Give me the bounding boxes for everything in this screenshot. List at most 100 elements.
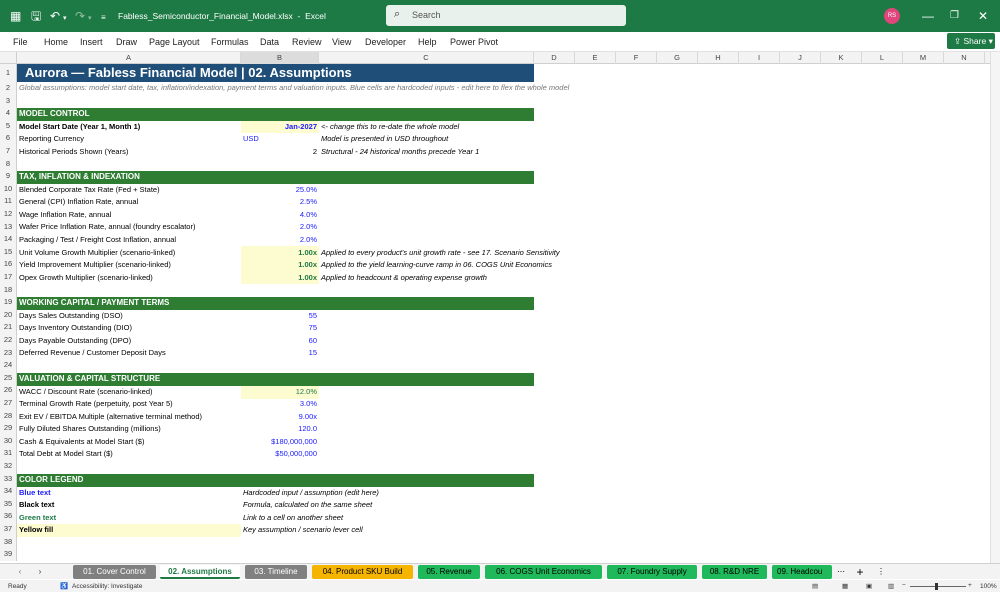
section-valuation[interactable]: VALUATION & CAPITAL STRUCTURE bbox=[17, 373, 534, 386]
cell-b13[interactable]: 2.0% bbox=[243, 221, 317, 234]
cell-b12[interactable]: 4.0% bbox=[243, 209, 317, 222]
cell-b30[interactable]: $180,000,000 bbox=[243, 436, 317, 449]
cell-a10[interactable]: Blended Corporate Tax Rate (Fed + State) bbox=[19, 184, 160, 197]
cell-a5[interactable]: Model Start Date (Year 1, Month 1) bbox=[19, 121, 140, 134]
row-header[interactable]: 38 bbox=[0, 535, 17, 549]
normal-view-icon[interactable]: ▦ bbox=[842, 582, 848, 590]
col-header-m[interactable]: M bbox=[903, 52, 944, 64]
redo-dropdown-icon[interactable]: ▾ bbox=[88, 12, 92, 26]
cell-b37[interactable]: Key assumption / scenario lever cell bbox=[243, 524, 363, 537]
worksheet-grid[interactable]: Aurora — Fabless Financial Model | 02. A… bbox=[17, 64, 990, 564]
undo-dropdown-icon[interactable]: ▾ bbox=[63, 12, 67, 26]
zoom-in-icon[interactable]: + bbox=[968, 582, 972, 589]
col-header-a[interactable]: A bbox=[17, 52, 241, 64]
cell-c16[interactable]: Applied to the yield learning-curve ramp… bbox=[321, 259, 552, 272]
section-model-control[interactable]: MODEL CONTROL bbox=[17, 108, 534, 121]
add-sheet-icon[interactable]: + bbox=[853, 565, 867, 579]
page-break-view-icon[interactable]: ▥ bbox=[888, 582, 894, 590]
row-header[interactable]: 24 bbox=[0, 359, 17, 372]
row-header[interactable]: 22 bbox=[0, 334, 17, 347]
cell-b10[interactable]: 25.0% bbox=[243, 184, 317, 197]
section-tax-inflation[interactable]: TAX, INFLATION & INDEXATION bbox=[17, 171, 534, 184]
row-header[interactable]: 30 bbox=[0, 434, 17, 448]
more-tabs-icon[interactable]: ⋯ bbox=[836, 565, 846, 579]
row-header[interactable]: 13 bbox=[0, 220, 17, 234]
cell-b14[interactable]: 2.0% bbox=[243, 234, 317, 247]
cell-b15[interactable]: 1.00x bbox=[243, 247, 317, 260]
row-header[interactable]: 35 bbox=[0, 497, 17, 511]
customize-toolbar-icon[interactable]: ≡ bbox=[101, 11, 106, 25]
cell-a26[interactable]: WACC / Discount Rate (scenario-linked) bbox=[19, 386, 153, 399]
row-header[interactable]: 3 bbox=[0, 94, 17, 108]
row-header[interactable]: 5 bbox=[0, 119, 17, 133]
cell-b29[interactable]: 120.0 bbox=[243, 423, 317, 436]
tab-cogs-unit-economics[interactable]: 06. COGS Unit Economics bbox=[485, 565, 602, 579]
row-header[interactable]: 1 bbox=[0, 64, 17, 82]
cell-a31[interactable]: Total Debt at Model Start ($) bbox=[19, 448, 113, 461]
row-header[interactable]: 18 bbox=[0, 283, 17, 297]
menu-insert[interactable]: Insert bbox=[80, 37, 103, 47]
row-header[interactable]: 2 bbox=[0, 82, 17, 95]
select-all-corner[interactable] bbox=[0, 52, 17, 64]
menu-file[interactable]: File bbox=[13, 37, 28, 47]
menu-help[interactable]: Help bbox=[418, 37, 437, 47]
cell-a14[interactable]: Packaging / Test / Freight Cost Inflatio… bbox=[19, 234, 176, 247]
cell-b34[interactable]: Hardcoded input / assumption (edit here) bbox=[243, 487, 379, 500]
cell-a12[interactable]: Wage Inflation Rate, annual bbox=[19, 209, 111, 222]
row-header[interactable]: 25 bbox=[0, 371, 17, 385]
tab-foundry-supply[interactable]: 07. Foundry Supply bbox=[607, 565, 697, 579]
col-header-g[interactable]: G bbox=[657, 52, 698, 64]
share-button[interactable]: ⇪ Share ▾ bbox=[947, 33, 995, 49]
cell-b16[interactable]: 1.00x bbox=[243, 259, 317, 272]
cell-c15[interactable]: Applied to every product's unit growth r… bbox=[321, 247, 560, 260]
cell-b6[interactable]: USD bbox=[243, 133, 259, 146]
cell-b17[interactable]: 1.00x bbox=[243, 272, 317, 285]
row-header[interactable]: 19 bbox=[0, 296, 17, 309]
sheet-subtitle[interactable]: Global assumptions: model start date, ta… bbox=[19, 82, 569, 95]
row-header[interactable]: 10 bbox=[0, 182, 17, 196]
zoom-slider-thumb[interactable] bbox=[935, 583, 938, 590]
tab-product-sku-build[interactable]: 04. Product SKU Build bbox=[312, 565, 413, 579]
menu-formulas[interactable]: Formulas bbox=[211, 37, 249, 47]
row-header[interactable]: 14 bbox=[0, 233, 17, 246]
row-header[interactable]: 8 bbox=[0, 157, 17, 171]
row-header[interactable]: 26 bbox=[0, 384, 17, 397]
col-header-c[interactable]: C bbox=[319, 52, 534, 64]
cell-a27[interactable]: Terminal Growth Rate (perpetuity, post Y… bbox=[19, 398, 173, 411]
cell-b22[interactable]: 60 bbox=[243, 335, 317, 348]
row-header[interactable]: 31 bbox=[0, 447, 17, 460]
section-color-legend[interactable]: COLOR LEGEND bbox=[17, 474, 534, 487]
cell-a6[interactable]: Reporting Currency bbox=[19, 133, 84, 146]
cell-b35[interactable]: Formula, calculated on the same sheet bbox=[243, 499, 372, 512]
cell-b36[interactable]: Link to a cell on another sheet bbox=[243, 512, 343, 525]
menu-power-pivot[interactable]: Power Pivot bbox=[450, 37, 498, 47]
sheet-title[interactable]: Aurora — Fabless Financial Model | 02. A… bbox=[17, 64, 534, 82]
tab-cover-control[interactable]: 01. Cover Control bbox=[73, 565, 156, 579]
row-header[interactable]: 23 bbox=[0, 346, 17, 360]
cell-b21[interactable]: 75 bbox=[243, 322, 317, 335]
cell-a37[interactable]: Yellow fill bbox=[19, 524, 53, 537]
col-header-k[interactable]: K bbox=[821, 52, 862, 64]
save-icon[interactable]: 🖫 bbox=[31, 9, 41, 23]
row-header[interactable]: 28 bbox=[0, 409, 17, 423]
cell-a17[interactable]: Opex Growth Multiplier (scenario-linked) bbox=[19, 272, 153, 285]
row-header[interactable]: 27 bbox=[0, 397, 17, 410]
cell-a36[interactable]: Green text bbox=[19, 512, 56, 525]
restore-icon[interactable]: ❐ bbox=[950, 9, 959, 23]
col-header-d[interactable]: D bbox=[534, 52, 575, 64]
col-header-l[interactable]: L bbox=[862, 52, 903, 64]
cell-b11[interactable]: 2.5% bbox=[243, 196, 317, 209]
cell-a30[interactable]: Cash & Equivalents at Model Start ($) bbox=[19, 436, 144, 449]
cell-b27[interactable]: 3.0% bbox=[243, 398, 317, 411]
row-header[interactable]: 15 bbox=[0, 245, 17, 259]
cell-a35[interactable]: Black text bbox=[19, 499, 54, 512]
row-header[interactable]: 20 bbox=[0, 308, 17, 322]
tab-timeline[interactable]: 03. Timeline bbox=[245, 565, 307, 579]
tab-menu-icon[interactable]: ⋮ bbox=[876, 565, 886, 579]
tab-rnd-nre[interactable]: 08. R&D NRE bbox=[702, 565, 767, 579]
row-header[interactable]: 12 bbox=[0, 208, 17, 221]
undo-icon[interactable]: ↶ bbox=[50, 9, 60, 23]
cell-a16[interactable]: Yield Improvement Multiplier (scenario-l… bbox=[19, 259, 171, 272]
row-header[interactable]: 17 bbox=[0, 271, 17, 284]
cell-b7[interactable]: 2 bbox=[243, 146, 317, 159]
